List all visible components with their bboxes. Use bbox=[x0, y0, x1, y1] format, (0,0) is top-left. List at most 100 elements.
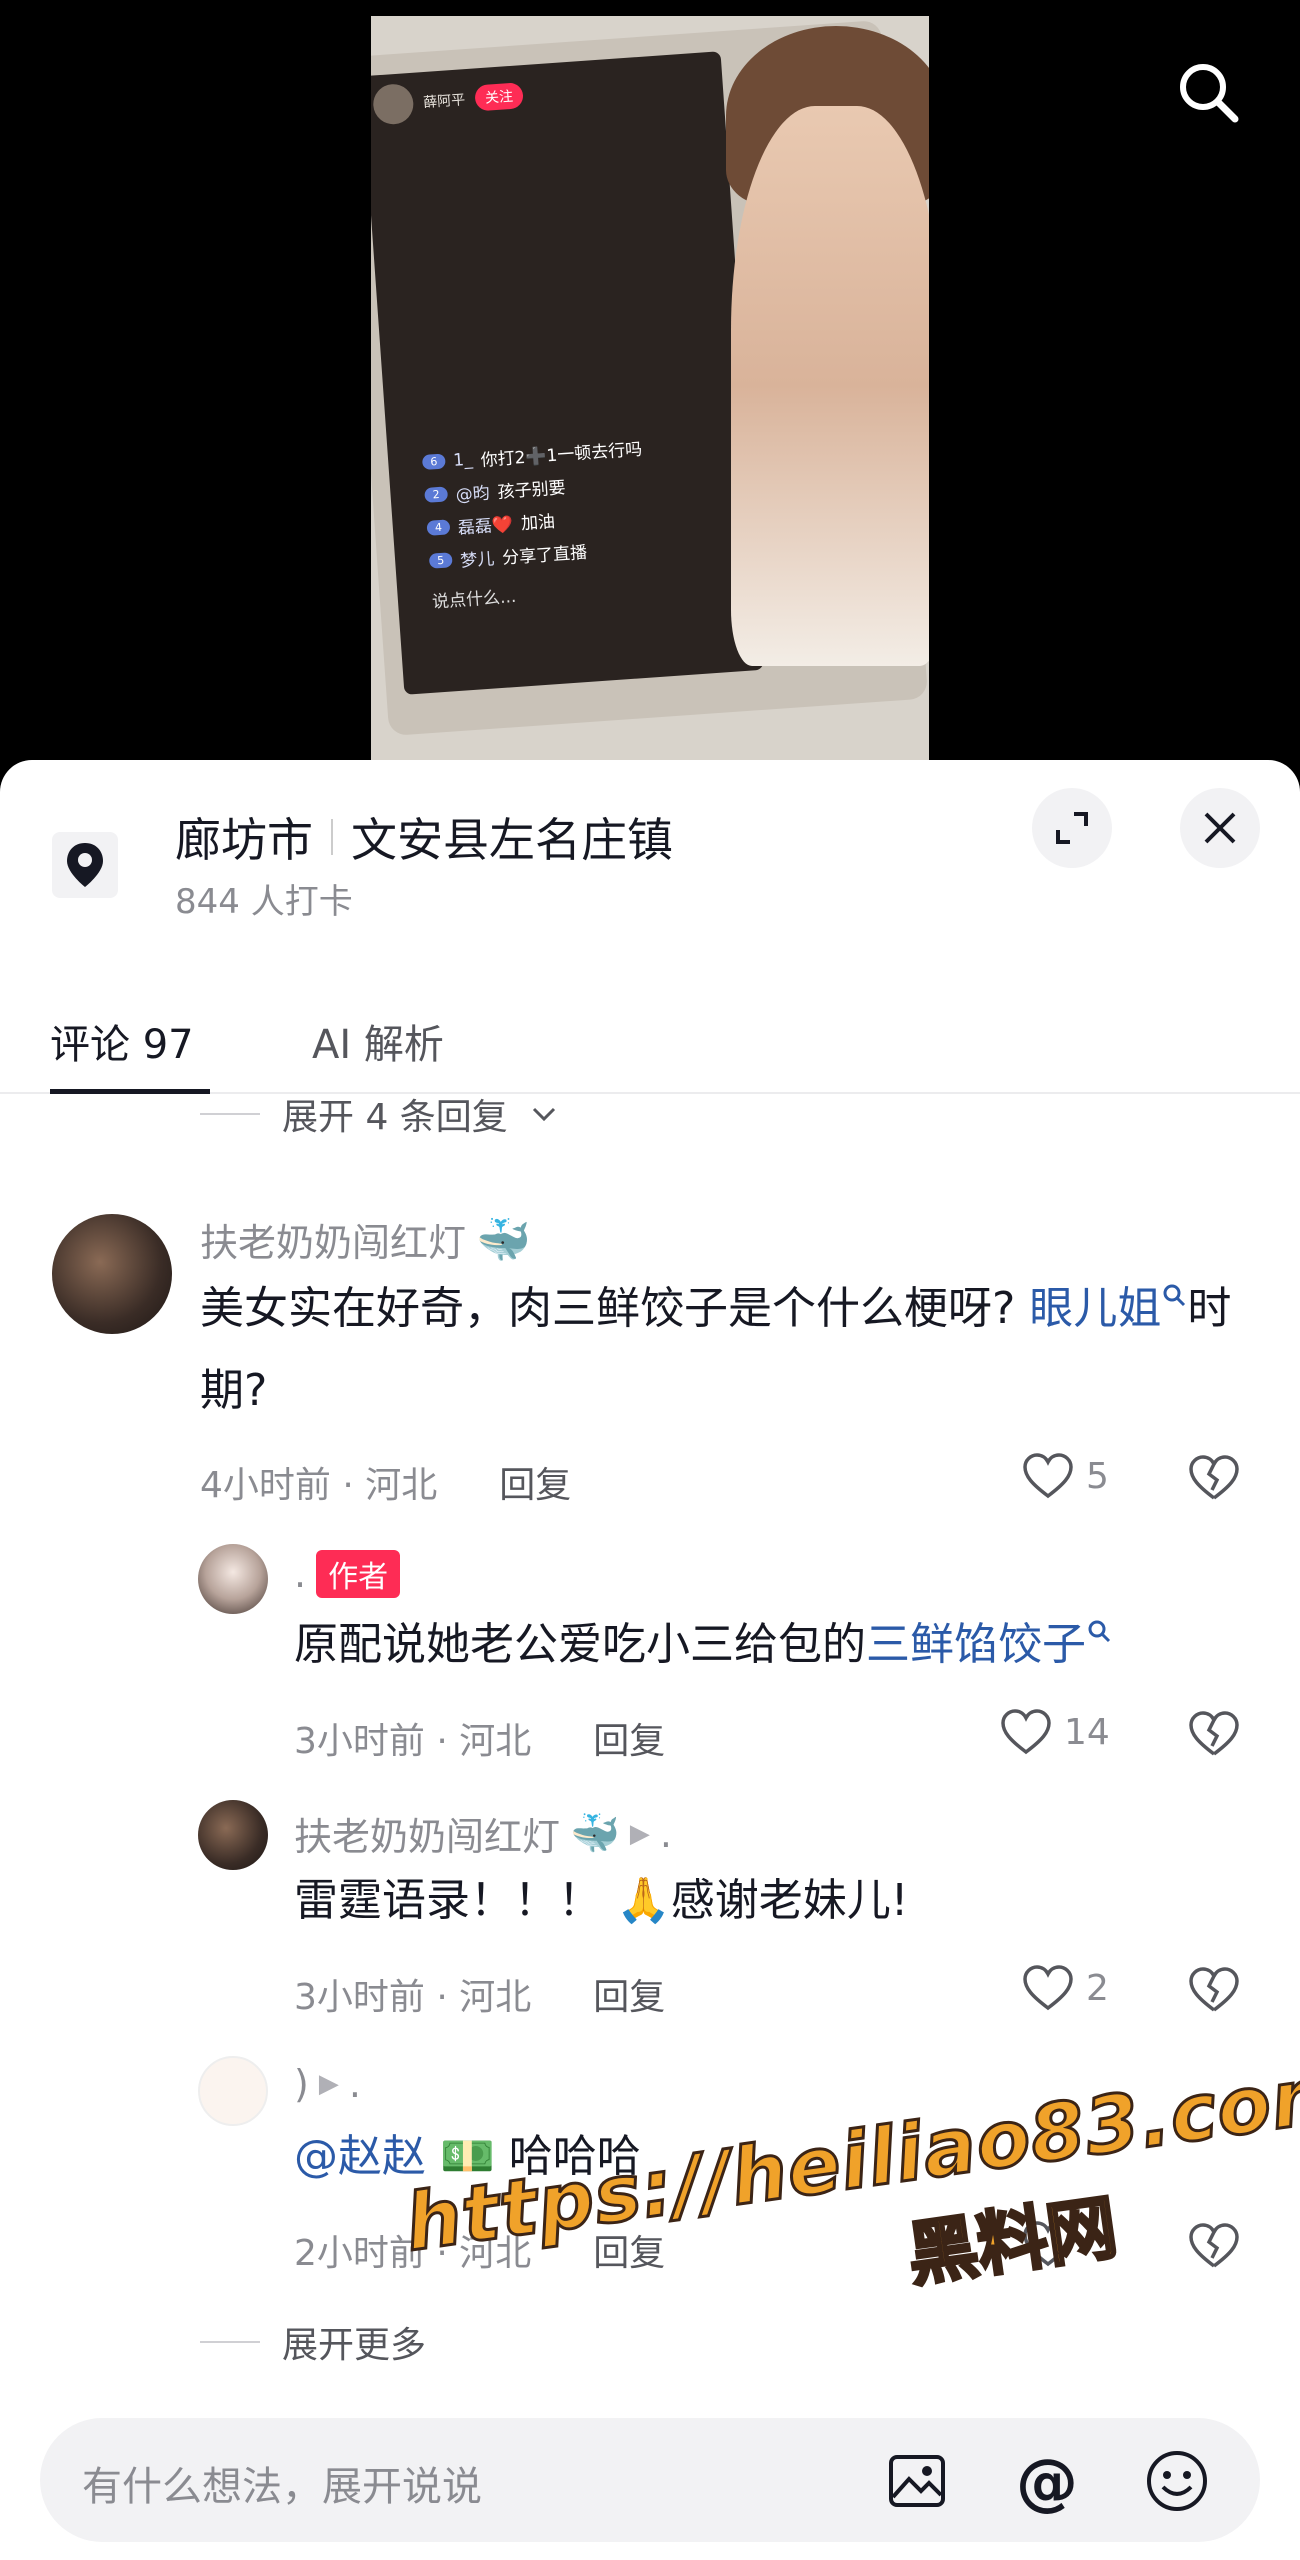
comment-author[interactable]: 扶老奶奶闯红灯 🐳 ▶ . bbox=[294, 1806, 672, 1861]
comment-meta: 3小时前 · 河北 回复 bbox=[294, 1968, 665, 2020]
location-place: 文安县左名庄镇 bbox=[351, 813, 673, 867]
comment-search-link[interactable]: 眼儿姐 bbox=[1029, 1283, 1161, 1334]
smiley-icon bbox=[1147, 2451, 1207, 2511]
like-count: 5 bbox=[1086, 1455, 1109, 1497]
reply-to-arrow-icon: ▶ bbox=[318, 2069, 339, 2099]
comment-author-name: . bbox=[294, 1552, 307, 1596]
comment-meta: 4小时前 · 河北 回复 bbox=[200, 1456, 571, 1508]
chat-level-badge: 6 bbox=[421, 453, 446, 471]
video-player[interactable]: 薛阿平 关注 6 1_ 你打2➕1一顿去行吗 2 @昀 孩子别要 4 磊磊❤️ … bbox=[0, 0, 1300, 760]
comment-input-bar[interactable]: 有什么想法，展开说说 @ bbox=[40, 2418, 1260, 2542]
emoji-button[interactable] bbox=[1142, 2446, 1212, 2516]
dislike-button[interactable] bbox=[1188, 1710, 1240, 1762]
image-button[interactable] bbox=[882, 2446, 952, 2516]
expand-more-button[interactable]: 展开更多 bbox=[200, 2316, 426, 2368]
reply-button[interactable]: 回复 bbox=[593, 1712, 665, 1764]
chat-text: 你打2➕1一顿去行吗 bbox=[480, 439, 643, 471]
expand-replies-button[interactable]: 展开 4 条回复 bbox=[200, 1088, 558, 1140]
location-pin[interactable] bbox=[52, 832, 118, 898]
location-separator bbox=[331, 819, 333, 855]
comment-input[interactable]: 有什么想法，展开说说 bbox=[82, 2454, 482, 2512]
broken-heart-icon bbox=[1189, 1967, 1239, 2012]
mention-link[interactable]: @赵赵 bbox=[294, 2131, 426, 2182]
comment-text-part: 美女实在好奇，肉三鲜饺子是个什么梗呀? bbox=[200, 1283, 1030, 1334]
comment-time: 4小时前 · 河北 bbox=[200, 1465, 438, 1506]
comment-author-name: 扶老奶奶闯红灯 bbox=[200, 1221, 467, 1265]
chat-input-placeholder: 说点什么... bbox=[431, 586, 517, 613]
search-button[interactable] bbox=[1172, 56, 1244, 128]
divider bbox=[200, 1113, 260, 1115]
comment-search-link[interactable]: 三鲜馅饺子 bbox=[866, 1619, 1086, 1670]
expand-icon bbox=[1056, 812, 1088, 844]
live-header: 薛阿平 关注 bbox=[371, 75, 524, 126]
reply-to-arrow-icon: ▶ bbox=[629, 1818, 650, 1849]
close-button[interactable] bbox=[1180, 788, 1260, 868]
live-chat: 6 1_ 你打2➕1一顿去行吗 2 @昀 孩子别要 4 磊磊❤️ 加油 5 梦儿… bbox=[421, 435, 653, 613]
like-button[interactable]: 5 bbox=[1022, 1452, 1109, 1500]
comment-text: 原配说她老公爱吃小三给包的三鲜馅饺子 bbox=[294, 1604, 1254, 1686]
reply-button[interactable]: 回复 bbox=[593, 1968, 665, 2020]
chat-level-badge: 2 bbox=[424, 486, 449, 503]
tab-comments[interactable]: 评论 97 bbox=[50, 1012, 194, 1070]
chat-user: @昀 bbox=[455, 483, 491, 506]
comment-author-name: ) bbox=[294, 2062, 309, 2106]
tab-bar: 评论 97 AI 解析 bbox=[0, 984, 1300, 1094]
chat-text: 孩子别要 bbox=[496, 478, 567, 503]
location-checkins: 844 人打卡 bbox=[175, 882, 353, 922]
chevron-down-icon bbox=[532, 1107, 555, 1122]
whale-emoji-icon: 🐳 bbox=[476, 1214, 531, 1266]
broken-heart-icon bbox=[1189, 1711, 1239, 1756]
tab-ai-analysis[interactable]: AI 解析 bbox=[312, 1012, 444, 1070]
mention-button[interactable]: @ bbox=[1012, 2444, 1082, 2518]
search-small-icon bbox=[1163, 1284, 1186, 1307]
video-frame: 薛阿平 关注 6 1_ 你打2➕1一顿去行吗 2 @昀 孩子别要 4 磊磊❤️ … bbox=[371, 16, 929, 760]
like-count: 2 bbox=[1086, 1967, 1109, 2009]
heart-icon bbox=[1001, 1709, 1051, 1755]
divider bbox=[200, 2341, 260, 2343]
reply-to-name: . bbox=[348, 2062, 361, 2106]
avatar[interactable] bbox=[198, 2056, 268, 2126]
like-button[interactable]: 2 bbox=[1022, 1964, 1109, 2012]
like-count: 14 bbox=[1064, 1711, 1110, 1753]
search-icon bbox=[1180, 64, 1239, 123]
video-person bbox=[731, 106, 929, 666]
tab-active-indicator bbox=[50, 1089, 210, 1094]
whale-emoji-icon: 🐳 bbox=[570, 1811, 620, 1857]
broken-heart-icon bbox=[1189, 1455, 1239, 1500]
expand-replies-label: 展开 4 条回复 bbox=[282, 1097, 508, 1138]
comment-author-name: 扶老奶奶闯红灯 bbox=[294, 1815, 561, 1859]
chat-level-badge: 4 bbox=[426, 519, 451, 536]
chat-level-badge: 5 bbox=[428, 552, 453, 569]
at-icon: @ bbox=[1016, 2444, 1078, 2518]
chat-user: 梦儿 bbox=[459, 549, 495, 572]
chat-user: 1_ bbox=[452, 449, 474, 471]
dislike-button[interactable] bbox=[1188, 1966, 1240, 2018]
comment-time: 3小时前 · 河北 bbox=[294, 1977, 532, 2018]
expand-panel-button[interactable] bbox=[1032, 788, 1112, 868]
comment-meta: 3小时前 · 河北 回复 bbox=[294, 1712, 665, 1764]
live-follow-badge: 关注 bbox=[474, 82, 524, 112]
location-city: 廊坊市 bbox=[175, 813, 313, 867]
avatar[interactable] bbox=[52, 1214, 172, 1334]
author-badge: 作者 bbox=[316, 1550, 401, 1598]
comment-author[interactable]: ) ▶ . bbox=[294, 2062, 361, 2106]
location-pin-icon bbox=[67, 843, 103, 887]
chat-line: 5 梦儿 分享了直播 bbox=[428, 533, 649, 573]
close-icon bbox=[1204, 812, 1236, 844]
reply-button[interactable]: 回复 bbox=[499, 1456, 571, 1508]
like-button[interactable]: 14 bbox=[1000, 1708, 1110, 1756]
dislike-button[interactable] bbox=[1188, 1454, 1240, 1506]
location-title[interactable]: 廊坊市 文安县左名庄镇 bbox=[175, 804, 673, 870]
avatar[interactable] bbox=[198, 1544, 268, 1614]
comment-author[interactable]: . 作者 bbox=[294, 1550, 401, 1598]
chat-text: 分享了直播 bbox=[501, 542, 588, 569]
comment-time: 3小时前 · 河北 bbox=[294, 1721, 532, 1762]
image-icon bbox=[889, 2455, 945, 2507]
comment-author[interactable]: 扶老奶奶闯红灯 🐳 bbox=[200, 1212, 531, 1267]
reply-to-name: . bbox=[659, 1811, 672, 1856]
heart-icon bbox=[1023, 1453, 1073, 1499]
search-small-icon bbox=[1088, 1620, 1111, 1643]
avatar[interactable] bbox=[198, 1800, 268, 1870]
chat-text: 加油 bbox=[520, 511, 556, 535]
comment-text-part: 原配说她老公爱吃小三给包的 bbox=[294, 1619, 866, 1670]
